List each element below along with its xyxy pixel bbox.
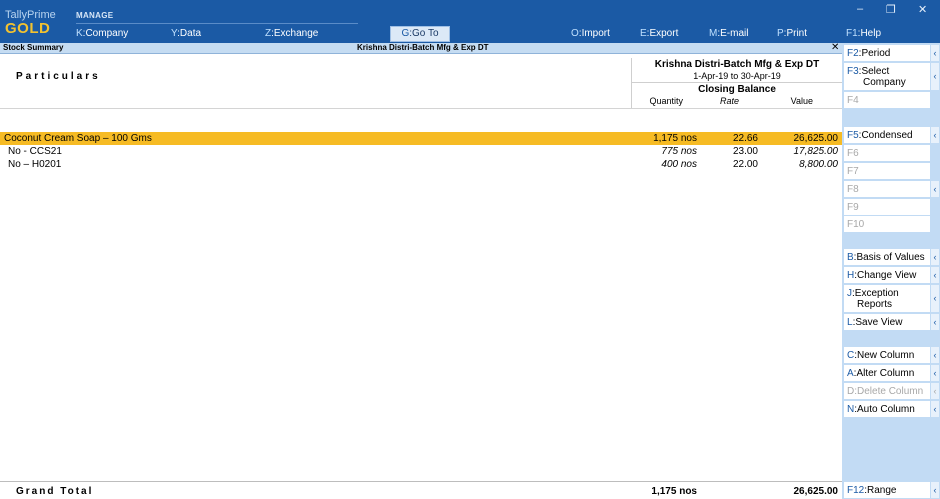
grand-total-rule bbox=[0, 481, 842, 482]
button-bar: F2:Period ‹ F3:Select Company ‹ F4 F5:Con… bbox=[842, 43, 940, 499]
batch-rate: 23.00 bbox=[732, 146, 758, 157]
chevron-left-icon[interactable]: ‹ bbox=[931, 482, 939, 498]
report-company-title: Krishna Distri-Batch Mfg & Exp DT bbox=[357, 43, 489, 52]
delete-column-button: D:Delete Column bbox=[844, 383, 930, 399]
batch-row[interactable]: No – H0201 400 nos 22.00 8,800.00 bbox=[0, 158, 842, 171]
batch-name: No – H0201 bbox=[8, 159, 62, 170]
menu-help[interactable]: F1:Help bbox=[846, 28, 881, 39]
restore-icon[interactable]: ❐ bbox=[886, 3, 896, 16]
report-period: 1-Apr-19 to 30-Apr-19 bbox=[693, 71, 781, 81]
grand-total-label: Grand Total bbox=[16, 486, 94, 497]
change-view-button[interactable]: H:Change View bbox=[844, 267, 930, 283]
quantity-column-header: Quantity bbox=[649, 96, 683, 106]
menu-export[interactable]: E:Export bbox=[640, 28, 678, 39]
condensed-button[interactable]: F5:Condensed bbox=[844, 127, 930, 143]
batch-value: 17,825.00 bbox=[793, 146, 839, 157]
chevron-left-icon: ‹ bbox=[931, 383, 939, 399]
grand-total-row: Grand Total 1,175 nos 26,625.00 bbox=[0, 485, 842, 498]
menu-data[interactable]: Y:Data bbox=[171, 28, 201, 39]
chevron-left-icon[interactable]: ‹ bbox=[931, 285, 939, 312]
chevron-left-icon[interactable]: ‹ bbox=[931, 181, 939, 197]
save-view-button[interactable]: L:Save View bbox=[844, 314, 930, 330]
chevron-left-icon[interactable]: ‹ bbox=[931, 365, 939, 381]
item-quantity: 1,175 nos bbox=[653, 133, 697, 144]
period-button[interactable]: F2:Period bbox=[844, 45, 930, 61]
brand-logo: TallyPrime GOLD bbox=[5, 9, 56, 37]
stock-item-row[interactable]: Coconut Cream Soap – 100 Gms 1,175 nos 2… bbox=[0, 132, 842, 145]
f10-button: F10 bbox=[844, 216, 930, 232]
grand-total-value: 26,625.00 bbox=[793, 486, 839, 497]
report-body: Particulars Krishna Distri-Batch Mfg & E… bbox=[0, 55, 842, 499]
grand-total-quantity: 1,175 nos bbox=[651, 486, 697, 497]
report-title-strip: Stock Summary Krishna Distri-Batch Mfg &… bbox=[0, 42, 842, 54]
menu-print[interactable]: P:Print bbox=[777, 28, 807, 39]
company-name: Krishna Distri-Batch Mfg & Exp DT bbox=[654, 59, 820, 70]
f7-button: F7 bbox=[844, 163, 930, 179]
range-button[interactable]: F12:Range bbox=[844, 482, 930, 498]
chevron-left-icon[interactable]: ‹ bbox=[931, 401, 939, 417]
batch-row[interactable]: No - CCS21 775 nos 23.00 17,825.00 bbox=[0, 145, 842, 158]
batch-name: No - CCS21 bbox=[8, 146, 62, 157]
item-name: Coconut Cream Soap – 100 Gms bbox=[4, 133, 152, 144]
menu-import[interactable]: O:Import bbox=[571, 28, 610, 39]
item-rate: 22.66 bbox=[732, 133, 758, 144]
manage-divider bbox=[76, 23, 358, 24]
chevron-left-icon[interactable]: ‹ bbox=[931, 127, 939, 143]
report-name: Stock Summary bbox=[3, 43, 64, 52]
batch-quantity: 400 nos bbox=[661, 159, 697, 170]
chevron-left-icon[interactable]: ‹ bbox=[931, 63, 939, 90]
chevron-left-icon[interactable]: ‹ bbox=[931, 249, 939, 265]
chevron-left-icon[interactable]: ‹ bbox=[931, 347, 939, 363]
rate-column-header: Rate bbox=[719, 96, 739, 106]
chevron-left-icon[interactable]: ‹ bbox=[931, 45, 939, 61]
menu-email[interactable]: M:E-mail bbox=[709, 28, 748, 39]
exception-reports-button[interactable]: J:Exception Reports bbox=[844, 285, 930, 312]
batch-quantity: 775 nos bbox=[661, 146, 697, 157]
minimize-icon[interactable]: – bbox=[857, 3, 863, 15]
f4-button: F4 bbox=[844, 92, 930, 108]
chevron-left-icon[interactable]: ‹ bbox=[931, 314, 939, 330]
menu-exchange[interactable]: Z:Exchange bbox=[265, 28, 318, 39]
closing-balance-header: Closing Balance bbox=[698, 84, 776, 95]
report-close-icon[interactable]: ✕ bbox=[831, 42, 839, 53]
f6-button: F6 bbox=[844, 145, 930, 161]
f9-button: F9 bbox=[844, 199, 930, 215]
f8-button: F8 bbox=[844, 181, 930, 197]
menu-company[interactable]: K:Company bbox=[76, 28, 128, 39]
batch-value: 8,800.00 bbox=[799, 159, 838, 170]
value-column-header: Value bbox=[790, 96, 813, 106]
manage-section-label: MANAGE bbox=[76, 11, 114, 20]
top-bar: TallyPrime GOLD MANAGE K:Company Y:Data … bbox=[0, 0, 940, 43]
header-bottom-rule bbox=[0, 108, 842, 109]
new-column-button[interactable]: C:New Column bbox=[844, 347, 930, 363]
auto-column-button[interactable]: N:Auto Column bbox=[844, 401, 930, 417]
window-close-icon[interactable]: ✕ bbox=[918, 3, 927, 16]
chevron-left-icon[interactable]: ‹ bbox=[931, 267, 939, 283]
item-value: 26,625.00 bbox=[793, 133, 839, 144]
basis-of-values-button[interactable]: B:Basis of Values bbox=[844, 249, 930, 265]
menu-goto-button[interactable]: G:Go To bbox=[390, 26, 450, 42]
header-rule bbox=[632, 82, 842, 83]
alter-column-button[interactable]: A:Alter Column bbox=[844, 365, 930, 381]
select-company-button[interactable]: F3:Select Company bbox=[844, 63, 930, 90]
particulars-header: Particulars bbox=[16, 71, 101, 82]
brand-edition: GOLD bbox=[5, 20, 51, 37]
batch-rate: 22.00 bbox=[732, 159, 758, 170]
